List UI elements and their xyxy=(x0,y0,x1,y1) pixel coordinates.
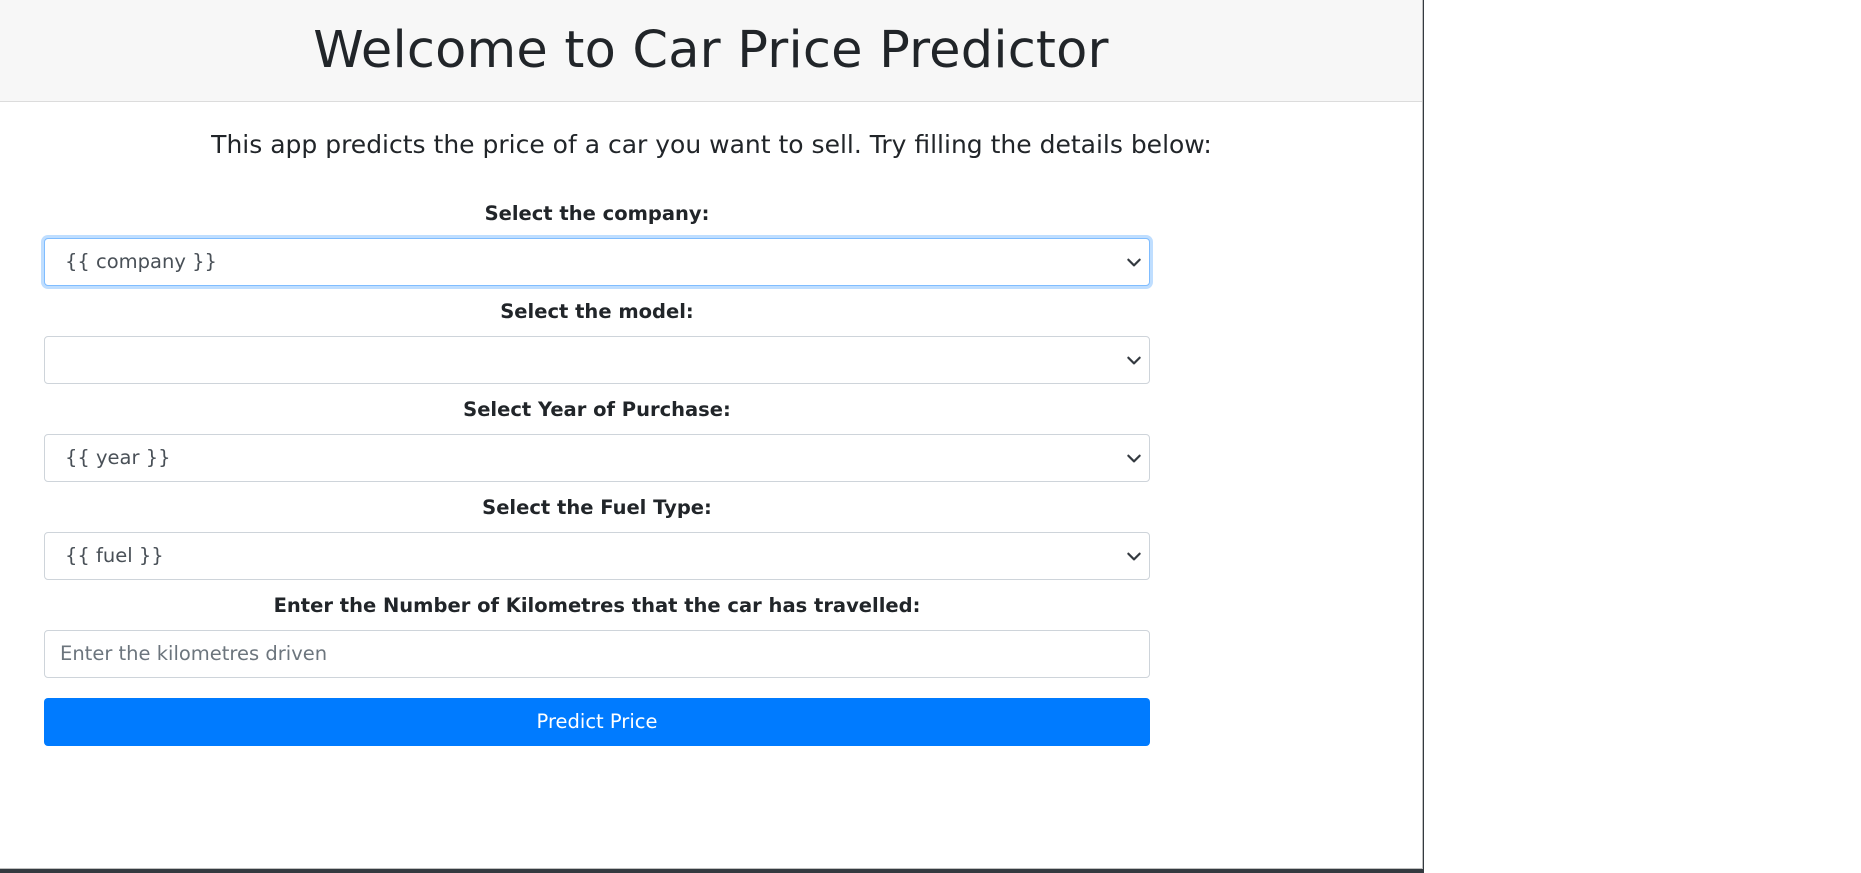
fuel-select[interactable]: {{ fuel }} xyxy=(44,532,1150,580)
chevron-down-icon xyxy=(1127,356,1141,365)
chevron-down-icon xyxy=(1127,258,1141,267)
kilometres-label: Enter the Number of Kilometres that the … xyxy=(273,594,921,617)
prediction-form: Select the company: {{ company }} Select… xyxy=(44,200,1150,746)
year-select-value: {{ year }} xyxy=(65,446,171,469)
chevron-down-icon xyxy=(1127,454,1141,463)
year-group: Select Year of Purchase: {{ year }} xyxy=(44,396,1150,482)
chevron-down-icon xyxy=(1127,552,1141,561)
card-header: Welcome to Car Price Predictor xyxy=(0,0,1422,102)
page-title: Welcome to Car Price Predictor xyxy=(313,21,1109,80)
company-label: Select the company: xyxy=(484,202,710,225)
kilometres-group: Enter the Number of Kilometres that the … xyxy=(44,592,1150,678)
kilometres-placeholder: Enter the kilometres driven xyxy=(60,642,328,665)
year-label: Select Year of Purchase: xyxy=(463,398,731,421)
fuel-label: Select the Fuel Type: xyxy=(482,496,712,519)
year-select[interactable]: {{ year }} xyxy=(44,434,1150,482)
company-select-value: {{ company }} xyxy=(65,250,217,273)
company-group: Select the company: {{ company }} xyxy=(44,200,1150,286)
intro-text: This app predicts the price of a car you… xyxy=(211,130,1212,159)
fuel-select-value: {{ fuel }} xyxy=(65,544,164,567)
model-select[interactable] xyxy=(44,336,1150,384)
page-background xyxy=(1424,0,1861,873)
company-select[interactable]: {{ company }} xyxy=(44,238,1150,286)
model-group: Select the model: xyxy=(44,298,1150,384)
predictor-card: Welcome to Car Price Predictor This app … xyxy=(0,0,1423,869)
predict-price-button[interactable]: Predict Price xyxy=(44,698,1150,746)
fuel-group: Select the Fuel Type: {{ fuel }} xyxy=(44,494,1150,580)
model-label: Select the model: xyxy=(500,300,694,323)
kilometres-input[interactable]: Enter the kilometres driven xyxy=(44,630,1150,678)
